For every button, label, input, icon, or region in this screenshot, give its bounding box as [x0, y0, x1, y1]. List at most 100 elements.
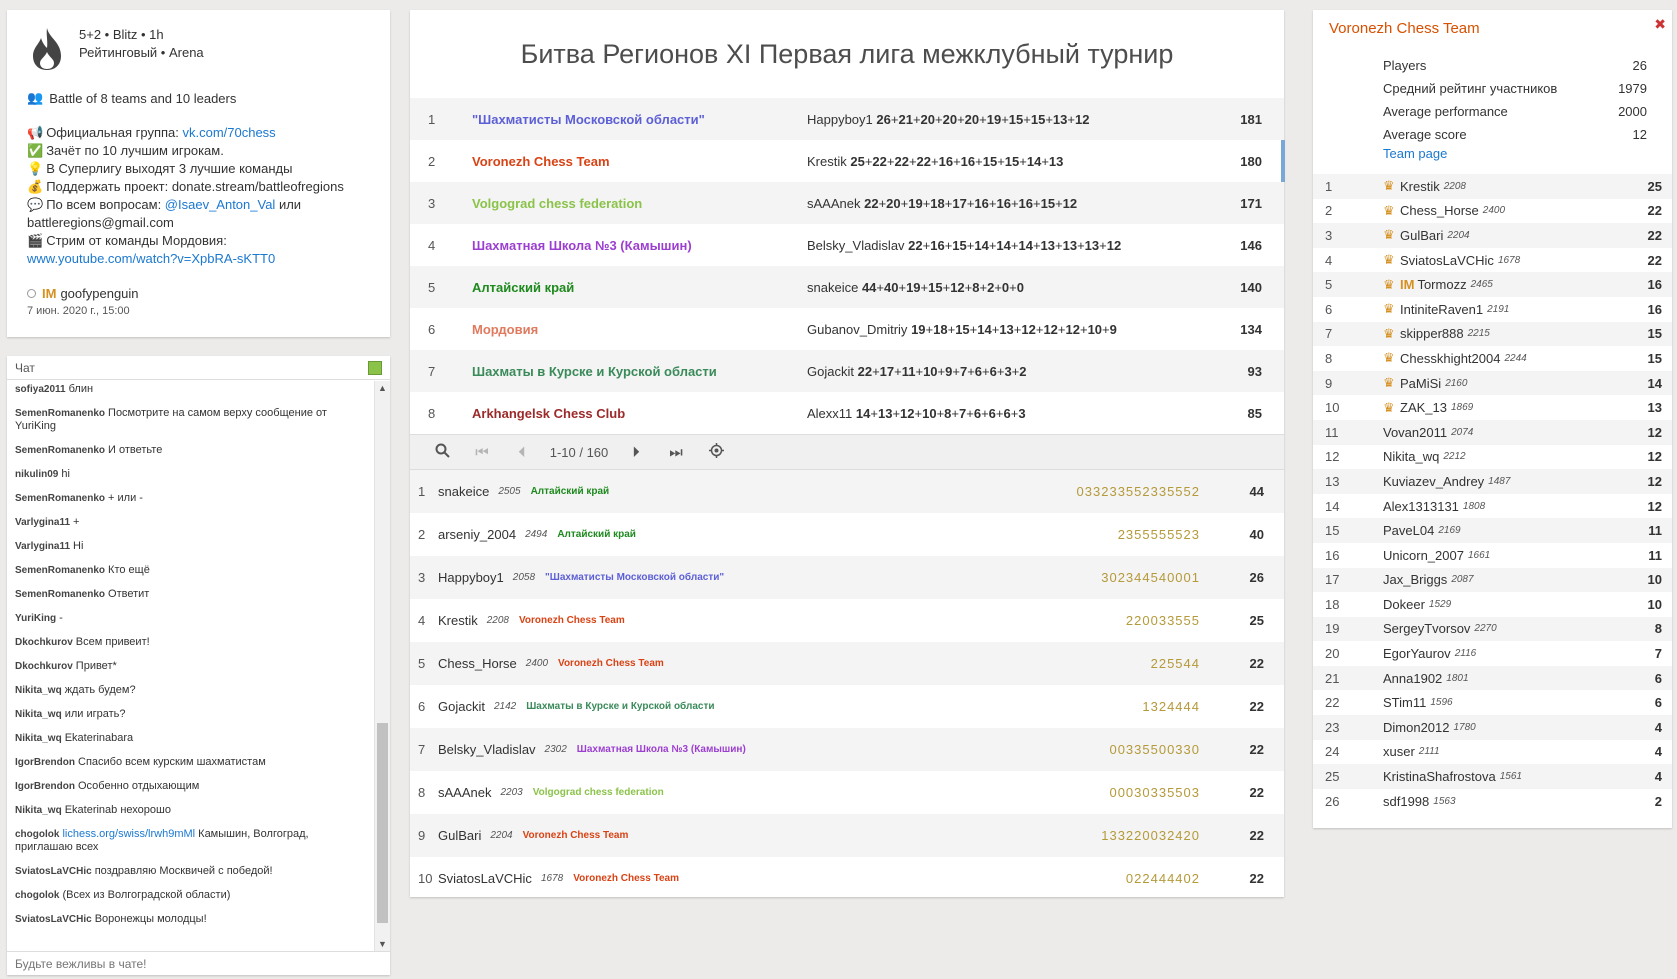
chat-username[interactable]: IgorBrendon [15, 781, 75, 792]
desc-link[interactable]: vk.com/70chess [182, 125, 275, 140]
player-row[interactable]: 1 snakeice 2505 Алтайский край 0332335523355… [410, 470, 1284, 513]
player-name[interactable]: Gojackit [438, 699, 485, 714]
team-player-name[interactable]: ZAK_13 [1400, 400, 1447, 415]
chat-username[interactable]: SemenRomanenko [15, 565, 105, 576]
player-row[interactable]: 9 GulBari 2204 Voronezh Chess Team 133220032… [410, 814, 1284, 857]
close-icon[interactable]: ✖ [1654, 16, 1666, 33]
team-player-row[interactable]: 9 ♛ PaMiSi 2160 14 [1313, 370, 1672, 396]
team-player-row[interactable]: 14 Alex1313131 1808 12 [1313, 494, 1672, 519]
player-name[interactable]: Chess_Horse [438, 656, 517, 671]
team-player-row[interactable]: 17 Jax_Briggs 2087 10 [1313, 567, 1672, 593]
team-player-row[interactable]: 18 Dokeer 1529 10 [1313, 592, 1672, 617]
team-player-row[interactable]: 7 ♛ skipper888 2215 15 [1313, 321, 1672, 347]
chat-username[interactable]: SemenRomanenko [15, 445, 105, 456]
player-name[interactable]: snakeice [438, 484, 489, 499]
team-player-name[interactable]: Krestik [1400, 179, 1440, 194]
team-player-name[interactable]: Kuviazev_Andrey [1383, 474, 1484, 489]
chat-username[interactable]: YuriKing [15, 613, 56, 624]
team-player-name[interactable]: KristinaShafrostova [1383, 769, 1496, 784]
team-player-name[interactable]: Chess_Horse [1400, 203, 1479, 218]
desc-link[interactable]: www.youtube.com/watch?v=XpbRA-sKTT0 [27, 251, 275, 266]
player-name[interactable]: arseniy_2004 [438, 527, 516, 542]
scroll-thumb[interactable] [377, 723, 388, 923]
player-name[interactable]: Belsky_Vladislav [438, 742, 536, 757]
team-player-name[interactable]: Anna1902 [1383, 671, 1442, 686]
chat-toggle[interactable] [368, 360, 382, 375]
leader-name[interactable]: sAAAnek [807, 196, 860, 211]
team-player-row[interactable]: 15 PaveL04 2169 11 [1313, 518, 1672, 543]
team-player-row[interactable]: 2 ♛ Chess_Horse 2400 22 [1313, 199, 1672, 224]
next-page-icon[interactable]: ⏵ [616, 444, 656, 461]
team-player-row[interactable]: 6 ♛ IntiniteRaven1 2191 16 [1313, 297, 1672, 322]
chat-link[interactable]: lichess.org/swiss/lrwh9mMl [62, 828, 195, 840]
chat-username[interactable]: Nikita_wq [15, 805, 62, 816]
team-player-name[interactable]: PaMiSi [1400, 376, 1441, 391]
player-name[interactable]: sAAAnek [438, 785, 491, 800]
prev-page-icon[interactable]: ⏴ [502, 444, 542, 461]
chat-username[interactable]: Dkochkurov [15, 637, 73, 648]
chat-username[interactable]: Nikita_wq [15, 685, 62, 696]
team-player-name[interactable]: Jax_Briggs [1383, 572, 1447, 587]
chat-username[interactable]: Varlygina11 [15, 517, 70, 528]
team-player-name[interactable]: Dokeer [1383, 597, 1425, 612]
scroll-up-icon[interactable]: ▲ [375, 381, 390, 395]
player-row[interactable]: 4 Krestik 2208 Voronezh Chess Team 220033555… [410, 599, 1284, 642]
player-name[interactable]: Happyboy1 [438, 570, 504, 585]
leader-name[interactable]: Gubanov_Dmitriy [807, 322, 907, 337]
team-player-row[interactable]: 10 ♛ ZAK_13 1869 13 [1313, 395, 1672, 420]
team-player-row[interactable]: 19 SergeyTvorsov 2270 8 [1313, 616, 1672, 642]
team-player-name[interactable]: Chesskhight2004 [1400, 351, 1500, 366]
team-player-name[interactable]: IntiniteRaven1 [1400, 302, 1483, 317]
team-player-row[interactable]: 4 ♛ SviatosLaVCHic 1678 22 [1313, 248, 1672, 273]
team-player-row[interactable]: 11 Vovan2011 2074 12 [1313, 419, 1672, 445]
player-row[interactable]: 2 arseniy_2004 2494 Алтайский край 235555552… [410, 513, 1284, 556]
leader-name[interactable]: Gojackit [807, 364, 854, 379]
chat-username[interactable]: sofiya2011 [15, 384, 66, 395]
team-name[interactable]: Volgograd chess federation [472, 196, 807, 211]
chat-username[interactable]: SemenRomanenko [15, 493, 105, 504]
team-name[interactable]: Шахматы в Курске и Курской области [472, 364, 807, 379]
player-row[interactable]: 5 Chess_Horse 2400 Voronezh Chess Team 22554… [410, 642, 1284, 685]
scroll-down-icon[interactable]: ▼ [375, 937, 390, 951]
creator-link[interactable]: goofypenguin [60, 286, 138, 301]
player-name[interactable]: SviatosLaVCHic [438, 871, 532, 886]
leader-name[interactable]: Happyboy1 [807, 112, 873, 127]
team-player-name[interactable]: xuser [1383, 744, 1415, 759]
team-player-name[interactable]: EgorYaurov [1383, 646, 1451, 661]
team-player-name[interactable]: STim11 [1383, 695, 1426, 710]
find-me-icon[interactable] [696, 442, 736, 462]
chat-username[interactable]: SemenRomanenko [15, 408, 105, 419]
team-player-name[interactable]: Vovan2011 [1383, 425, 1447, 440]
team-player-name[interactable]: SviatosLaVCHic [1400, 253, 1494, 268]
team-player-row[interactable]: 13 Kuviazev_Andrey 1487 12 [1313, 469, 1672, 494]
team-player-row[interactable]: 24 xuser 2111 4 [1313, 740, 1672, 765]
chat-username[interactable]: SviatosLaVCHic [15, 866, 92, 877]
team-player-row[interactable]: 20 EgorYaurov 2116 7 [1313, 641, 1672, 666]
team-page-link[interactable]: Team page [1383, 146, 1447, 161]
team-name[interactable]: Voronezh Chess Team [472, 154, 807, 169]
player-row[interactable]: 7 Belsky_Vladislav 2302 Шахматная Школа №3 … [410, 728, 1284, 771]
team-row[interactable]: 6 Мордовия Gubanov_Dmitriy 19+18+15+14+13+… [410, 308, 1284, 350]
desc-link[interactable]: @Isaev_Anton_Val [165, 197, 276, 212]
chat-username[interactable]: IgorBrendon [15, 757, 75, 768]
search-icon[interactable] [422, 443, 462, 462]
team-player-name[interactable]: Nikita_wq [1383, 449, 1439, 464]
chat-username[interactable]: Nikita_wq [15, 709, 62, 720]
chat-username[interactable]: SviatosLaVCHic [15, 914, 92, 925]
team-player-name[interactable]: Tormozz [1417, 277, 1466, 292]
team-player-row[interactable]: 1 ♛ Krestik 2208 25 [1313, 174, 1672, 199]
chat-username[interactable]: Varlygina11 [15, 541, 70, 552]
team-player-name[interactable]: Unicorn_2007 [1383, 548, 1464, 563]
chat-tab[interactable]: Чат [15, 361, 35, 375]
team-player-row[interactable]: 3 ♛ GulBari 2204 22 [1313, 223, 1672, 248]
team-player-name[interactable]: Dimon2012 [1383, 720, 1450, 735]
team-row[interactable]: 1 "Шахматисты Московской области" Happyboy… [410, 98, 1284, 140]
team-player-name[interactable]: GulBari [1400, 228, 1443, 243]
team-row[interactable]: 4 Шахматная Школа №3 (Камышин) Belsky_Vlad… [410, 224, 1284, 266]
team-player-row[interactable]: 12 Nikita_wq 2212 12 [1313, 445, 1672, 470]
chat-username[interactable]: SemenRomanenko [15, 589, 105, 600]
team-player-name[interactable]: skipper888 [1400, 326, 1464, 341]
team-row[interactable]: 5 Алтайский край snakeice 44+40+19+15+12+8… [410, 266, 1284, 308]
player-row[interactable]: 6 Gojackit 2142 Шахматы в Курске и Курской … [410, 685, 1284, 728]
team-row[interactable]: 3 Volgograd chess federation sAAAnek 22 +20… [410, 182, 1284, 224]
